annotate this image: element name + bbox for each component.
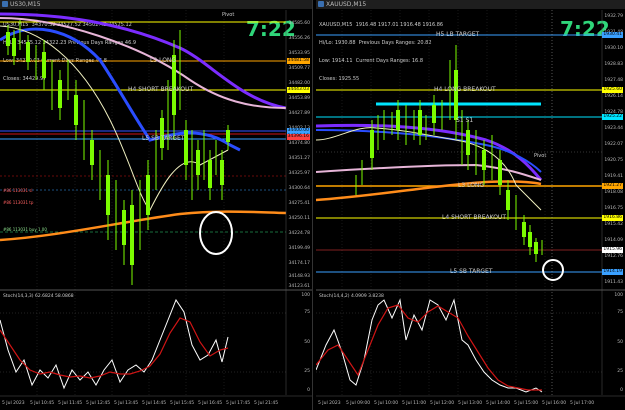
price-tick: 34174.17 bbox=[288, 261, 310, 266]
highlight-circle bbox=[542, 259, 564, 281]
stoch-tick: 25 bbox=[304, 369, 310, 374]
price-tick: 1930.10 bbox=[604, 46, 623, 51]
price-tick: 1918.08 bbox=[604, 190, 623, 195]
stoch-tick: 100 bbox=[301, 293, 310, 298]
price-tag: 1921.27 bbox=[602, 183, 623, 189]
price-tick: 34374.80 bbox=[288, 141, 310, 146]
ma-pink bbox=[316, 163, 542, 181]
stoch-tick: 75 bbox=[304, 310, 310, 315]
level-label-l3: L3 LONG bbox=[150, 57, 177, 64]
stoch-tick: 100 bbox=[614, 293, 623, 298]
time-tick: 5 Jul 12:00 bbox=[430, 401, 455, 406]
chart-window-xauusd[interactable]: XAUUSD,M15 XAUUSD,M15 1916.48 1917.01 19… bbox=[316, 0, 625, 410]
time-tick: 5 Jul 10:45 bbox=[30, 401, 55, 406]
time-tick: 5 Jul 11:45 bbox=[58, 401, 83, 406]
stoch-tick: 50 bbox=[617, 340, 623, 345]
price-tick: 1914.09 bbox=[604, 238, 623, 243]
time-tick: 5 Jul 21:45 bbox=[254, 401, 279, 406]
level-label-l5: L5 SB TARGET bbox=[142, 135, 185, 142]
price-tick: 34148.93 bbox=[288, 274, 310, 279]
time-tick: 5 Jul 12:45 bbox=[86, 401, 111, 406]
price-tick: 34275.41 bbox=[288, 201, 310, 206]
price-tick: 1919.41 bbox=[604, 174, 623, 179]
time-tick: 5 Jul 11:00 bbox=[402, 401, 427, 406]
time-tick: 5 Jul 13:45 bbox=[114, 401, 139, 406]
time-tick: 5 Jul 16:00 bbox=[542, 401, 567, 406]
time-tick: 5 Jul 09:00 bbox=[346, 401, 371, 406]
price-tag: 1915.96 bbox=[602, 247, 623, 253]
candles bbox=[7, 20, 229, 285]
level-label-l3: L3 LONG bbox=[458, 182, 485, 189]
price-tag: 1930.41 bbox=[602, 32, 623, 38]
ma-purple bbox=[316, 123, 543, 181]
price-tick: 1928.83 bbox=[604, 62, 623, 67]
price-tick: 34325.97 bbox=[288, 171, 310, 176]
price-tag: 34443.03 bbox=[286, 87, 310, 93]
price-tick: 34123.61 bbox=[288, 284, 310, 289]
highlight-circle bbox=[199, 211, 233, 255]
price-tick: 1932.79 bbox=[604, 14, 623, 19]
level-label-l5: L5 SB TARGET bbox=[450, 268, 493, 275]
price-tag: 34481.58 bbox=[286, 58, 310, 64]
candle-bodies bbox=[370, 70, 538, 254]
time-tick: 5 Jul 16:45 bbox=[198, 401, 223, 406]
price-tag: 1914.19 bbox=[602, 269, 623, 275]
price-tick: 1915.42 bbox=[604, 222, 623, 227]
level-label-l4: L4 SHORT BREAKOUT bbox=[442, 214, 506, 221]
price-tick: 34453.89 bbox=[288, 96, 310, 101]
stoch-tick: 25 bbox=[617, 369, 623, 374]
level-label-s1: S1 S1 bbox=[456, 117, 474, 124]
time-tick: 5 Jul 14:00 bbox=[486, 401, 511, 406]
stoch-tick: 50 bbox=[304, 340, 310, 345]
time-tick: 5 Jul 10:00 bbox=[374, 401, 399, 406]
price-tag: 1916.86 bbox=[602, 215, 623, 221]
price-tick: 34351.27 bbox=[288, 156, 310, 161]
chart-window-us30[interactable]: US30,M15 US30,M15 34370.32 34527.52 3450… bbox=[0, 0, 313, 410]
price-tick: 34427.89 bbox=[288, 111, 310, 116]
price-tick: 1920.75 bbox=[604, 158, 623, 163]
time-tick: 5 Jul 2023 bbox=[318, 401, 341, 406]
ma-orange bbox=[0, 210, 287, 242]
price-tick: 34533.95 bbox=[288, 51, 310, 56]
stoch-title: Stoch(14,4,2) 4.0909 3.8238 bbox=[319, 294, 384, 299]
price-tick: 34585.60 bbox=[288, 21, 310, 26]
price-tick: 1927.48 bbox=[604, 78, 623, 83]
stoch-tick: 0 bbox=[307, 388, 310, 393]
price-tick: 34224.78 bbox=[288, 231, 310, 236]
order-marker-buy: #86 113031 buy 1.00 bbox=[3, 227, 47, 232]
price-tick: 1923.44 bbox=[604, 126, 623, 131]
price-tick: 34199.49 bbox=[288, 246, 310, 251]
time-tick: 5 Jul 13:00 bbox=[458, 401, 483, 406]
price-tick: 1911.43 bbox=[604, 280, 623, 285]
time-tick: 5 Jul 14:45 bbox=[142, 401, 167, 406]
time-tick: 5 Jul 17:45 bbox=[226, 401, 251, 406]
time-tick: 5 Jul 15:45 bbox=[170, 401, 195, 406]
stoch-signal bbox=[316, 304, 542, 391]
price-tick: 1916.75 bbox=[604, 206, 623, 211]
time-tick: 5 Jul 15:00 bbox=[514, 401, 539, 406]
time-tick: 5 Jul 17:00 bbox=[570, 401, 595, 406]
stoch-tick: 75 bbox=[617, 310, 623, 315]
price-tick: 34482.00 bbox=[288, 81, 310, 86]
level-label-h4: H4 SHORT BREAKOUT bbox=[128, 86, 194, 93]
stoch-tick: 0 bbox=[620, 388, 623, 393]
price-tick: 34250.11 bbox=[288, 216, 310, 221]
ma-white bbox=[0, 25, 229, 211]
order-marker-tp: #86 113031 tp bbox=[3, 200, 34, 205]
price-tag: 1925.22 bbox=[602, 114, 623, 120]
stoch-title: Stoch(14,3,3) 62.6824 58.0868 bbox=[3, 294, 74, 299]
time-tick: 5 Jul 2023 bbox=[2, 401, 25, 406]
order-marker-sl: #86 113031 sl bbox=[3, 188, 33, 193]
price-tick: 1926.14 bbox=[604, 94, 623, 99]
level-label-h5: H5 LB TARGET bbox=[436, 31, 480, 38]
price-chart-svg[interactable] bbox=[316, 0, 625, 410]
price-tick: 34509.77 bbox=[288, 66, 310, 71]
price-tag: 34396.16 bbox=[286, 134, 310, 140]
price-tick: 1922.07 bbox=[604, 142, 623, 147]
price-tick: 34556.26 bbox=[288, 36, 310, 41]
price-tick: 1912.76 bbox=[604, 254, 623, 259]
price-tag: 1925.60 bbox=[602, 87, 623, 93]
level-label-h4: H4 LONG BREAKOUT bbox=[434, 86, 496, 93]
price-tick: 34300.64 bbox=[288, 186, 310, 191]
